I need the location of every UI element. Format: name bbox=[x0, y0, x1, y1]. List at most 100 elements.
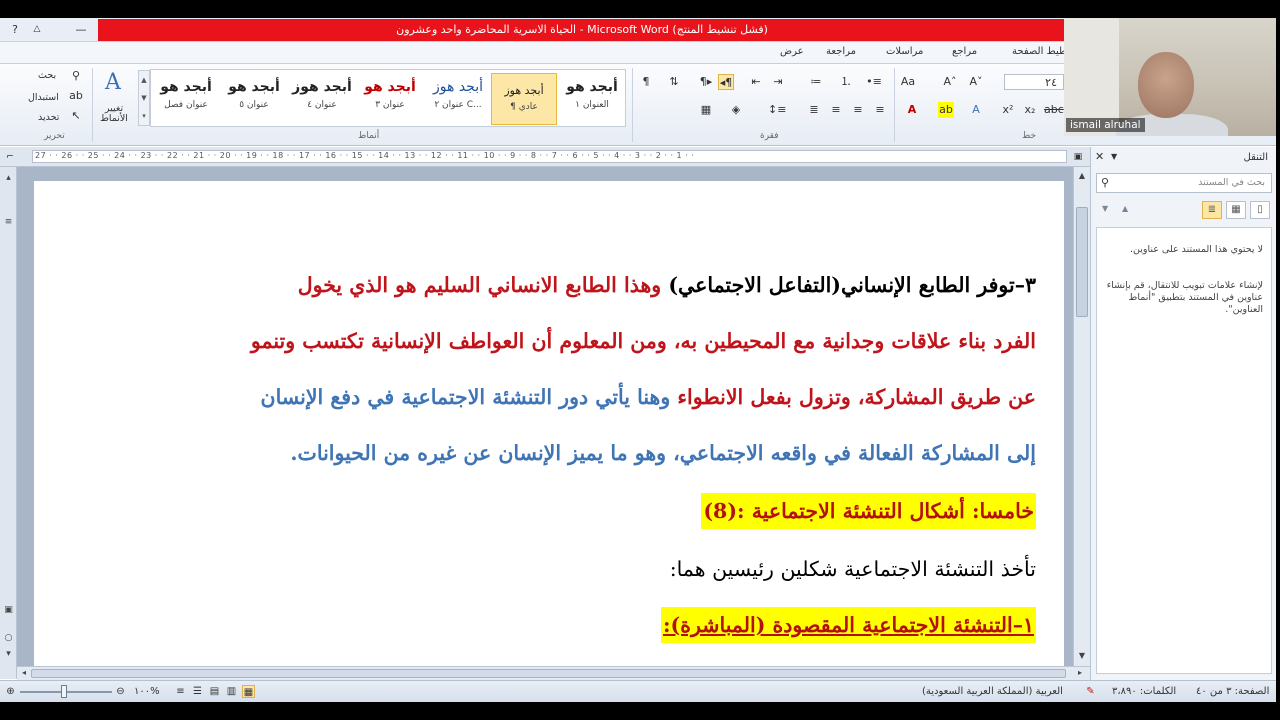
line-spacing-icon[interactable]: ↕≡ bbox=[768, 102, 786, 118]
align-left-icon[interactable]: ≡ bbox=[828, 102, 844, 118]
tab-review[interactable]: مراجعة bbox=[826, 46, 856, 57]
page-number[interactable]: الصفحة: ٣ من ٤٠ bbox=[1196, 686, 1269, 697]
show-formatting-marks-icon[interactable]: ¶ bbox=[638, 74, 654, 90]
tab-references[interactable]: مراجع bbox=[952, 46, 977, 57]
tab-view[interactable]: عرض bbox=[780, 46, 804, 57]
justify-icon[interactable]: ≣ bbox=[806, 102, 822, 118]
superscript-icon[interactable]: x² bbox=[1000, 102, 1016, 118]
hscroll-thumb[interactable] bbox=[31, 669, 1066, 678]
change-styles-icon[interactable]: A bbox=[100, 70, 126, 96]
increase-indent-icon[interactable]: ⇤ bbox=[748, 74, 764, 90]
next-page-icon[interactable]: ▾ bbox=[3, 649, 14, 660]
language-status[interactable]: العربية (المملكة العربية السعودية) bbox=[922, 686, 1063, 697]
replace-button[interactable]: استبدال bbox=[28, 92, 59, 103]
borders-icon[interactable]: ▦ bbox=[698, 102, 714, 118]
highlighted-heading: خامسا: أشكال التنشئة الاجتماعية :(8) bbox=[701, 493, 1036, 529]
scroll-up-arrow-icon[interactable]: ▲ bbox=[1075, 169, 1089, 183]
select-browse-object-icon[interactable]: ▣ bbox=[3, 605, 14, 616]
group-divider bbox=[632, 68, 633, 142]
group-divider bbox=[894, 68, 895, 142]
style-heading-3[interactable]: أبجد هو عنوان ٣ bbox=[357, 73, 423, 125]
web-layout-icon[interactable]: ▤ bbox=[208, 685, 221, 698]
browse-circle-icon[interactable]: ○ bbox=[3, 633, 14, 644]
navigation-pane: ✕ ▼ التنقل ⚲ بحث في المستند ▼ ▲ ▯ ▦ ≣ لا… bbox=[1090, 147, 1276, 680]
full-screen-reading-icon[interactable]: ▥ bbox=[225, 685, 238, 698]
proofing-icon[interactable]: ✎ bbox=[1084, 685, 1097, 698]
text-highlight-icon[interactable]: ab bbox=[938, 102, 954, 118]
change-case-icon[interactable]: Aa bbox=[900, 74, 916, 90]
subscript-icon[interactable]: x₂ bbox=[1022, 102, 1038, 118]
shrink-font-icon[interactable]: A˅ bbox=[968, 74, 984, 90]
next-heading-icon[interactable]: ▲ bbox=[1122, 204, 1128, 213]
scroll-up-icon[interactable]: ▴ bbox=[3, 173, 14, 184]
scroll-down-arrow-icon[interactable]: ▼ bbox=[1075, 649, 1089, 663]
select-cursor-icon[interactable]: ↖ bbox=[68, 108, 84, 124]
print-layout-icon[interactable]: ▦ bbox=[242, 685, 255, 698]
window-title: الحياة الاسرية المحاضرة واحد وعشرون - Mi… bbox=[98, 19, 1066, 41]
scroll-thumb[interactable] bbox=[1076, 207, 1088, 317]
style-heading-5[interactable]: أبجد هو عنوان ٥ bbox=[221, 73, 287, 125]
ltr-direction-icon[interactable]: ¶▸ bbox=[698, 74, 714, 90]
style-title-1[interactable]: أبجد هو العنوان ١ bbox=[559, 73, 625, 125]
bullets-icon[interactable]: •≡ bbox=[866, 74, 882, 90]
draft-view-icon[interactable]: ≡ bbox=[174, 685, 187, 698]
screen-top-border bbox=[0, 0, 1280, 18]
grow-font-icon[interactable]: A˄ bbox=[942, 74, 958, 90]
styles-gallery-scroll[interactable]: ▲ ▼ ▾ bbox=[138, 70, 150, 126]
vertical-scrollbar[interactable]: ▲ ▼ bbox=[1073, 167, 1090, 666]
search-icon[interactable]: ⚲ bbox=[1101, 176, 1109, 189]
zoom-slider-thumb[interactable] bbox=[61, 685, 67, 698]
document-area: ٣–توفر الطابع الإنساني(التفاعل الاجتماعي… bbox=[17, 167, 1073, 666]
find-button[interactable]: بحث bbox=[38, 70, 56, 81]
previous-heading-icon[interactable]: ▼ bbox=[1102, 204, 1108, 213]
ribbon-toggle-icon[interactable]: △ bbox=[28, 21, 46, 38]
zoom-level[interactable]: ١٠٠% bbox=[134, 686, 160, 697]
view-ruler-icon[interactable]: ▣ bbox=[1070, 149, 1086, 165]
scroll-left-arrow-icon[interactable]: ◂ bbox=[17, 666, 31, 680]
multilevel-list-icon[interactable]: ≔ bbox=[808, 74, 824, 90]
paragraph-1: ٣–توفر الطابع الإنساني(التفاعل الاجتماعي… bbox=[156, 273, 1036, 297]
font-size-box[interactable]: ٢٤ bbox=[1004, 74, 1064, 90]
help-icon[interactable]: ? bbox=[6, 21, 24, 38]
scroll-right-arrow-icon[interactable]: ▸ bbox=[1073, 666, 1087, 680]
style-chapter-title[interactable]: أبجد هو عنوان فصل bbox=[153, 73, 219, 125]
zoom-out-icon[interactable]: ⊖ bbox=[114, 685, 127, 698]
strikethrough-icon[interactable]: abc bbox=[1044, 102, 1064, 118]
zoom-in-icon[interactable]: ⊕ bbox=[4, 685, 17, 698]
decrease-indent-icon[interactable]: ⇥ bbox=[770, 74, 786, 90]
tab-mailings[interactable]: مراسلات bbox=[886, 46, 923, 57]
horizontal-ruler[interactable]: 27 · · 26 · · 25 · · 24 · · 23 · · 22 · … bbox=[32, 150, 1067, 163]
page-thumbnails-tab-icon[interactable]: ▯ bbox=[1250, 201, 1270, 219]
text-run: وهذا الطابع الانساني السليم هو الذي يخول bbox=[297, 273, 669, 297]
numbering-icon[interactable]: ⒈ bbox=[838, 74, 854, 90]
style-heading-2[interactable]: أبجد هوز عنوان ٢ C... bbox=[425, 73, 491, 125]
ruler-numbers: 27 · · 26 · · 25 · · 24 · · 23 · · 22 · … bbox=[35, 151, 695, 160]
tab-selector-icon[interactable]: ⌐ bbox=[2, 149, 18, 165]
document-page[interactable]: ٣–توفر الطابع الإنساني(التفاعل الاجتماعي… bbox=[34, 181, 1064, 666]
font-color-icon[interactable]: A bbox=[904, 102, 920, 118]
text-effects-icon[interactable]: A bbox=[968, 102, 984, 118]
close-icon[interactable]: ✕ bbox=[1095, 150, 1104, 163]
minimize-icon[interactable]: — bbox=[72, 21, 90, 38]
nav-search-input[interactable]: ⚲ بحث في المستند bbox=[1096, 173, 1272, 193]
highlighted-subheading: ١–التنشئة الاجتماعية المقصودة (المباشرة)… bbox=[660, 607, 1036, 643]
chevron-down-icon[interactable]: ▼ bbox=[1111, 152, 1117, 161]
align-right-icon[interactable]: ≡ bbox=[872, 102, 888, 118]
binoculars-icon[interactable]: ⚲ bbox=[68, 68, 84, 84]
outline-view-icon[interactable]: ☰ bbox=[191, 685, 204, 698]
style-normal[interactable]: أبجد هوز ¶ عادي bbox=[491, 73, 557, 125]
sort-icon[interactable]: ⇅ bbox=[666, 74, 682, 90]
word-count[interactable]: الكلمات: ٣،٨٩٠ bbox=[1112, 686, 1176, 697]
change-styles-button[interactable]: تغيير الأنماط bbox=[98, 104, 130, 124]
shading-icon[interactable]: ◈ bbox=[728, 102, 744, 118]
select-button[interactable]: تحديد bbox=[38, 112, 59, 123]
horizontal-scrollbar[interactable]: ◂ ▸ bbox=[17, 666, 1090, 680]
replace-icon[interactable]: ab bbox=[68, 88, 84, 104]
pages-grid-tab-icon[interactable]: ▦ bbox=[1226, 201, 1246, 219]
rtl-direction-icon[interactable]: ◂¶ bbox=[718, 74, 734, 90]
style-sample: أبجد هوز bbox=[504, 84, 544, 97]
headings-tab-icon[interactable]: ≣ bbox=[1202, 201, 1222, 219]
screen-bottom-border bbox=[0, 702, 1280, 720]
align-center-icon[interactable]: ≡ bbox=[850, 102, 866, 118]
style-heading-4[interactable]: أبجد هوز عنوان ٤ bbox=[289, 73, 355, 125]
